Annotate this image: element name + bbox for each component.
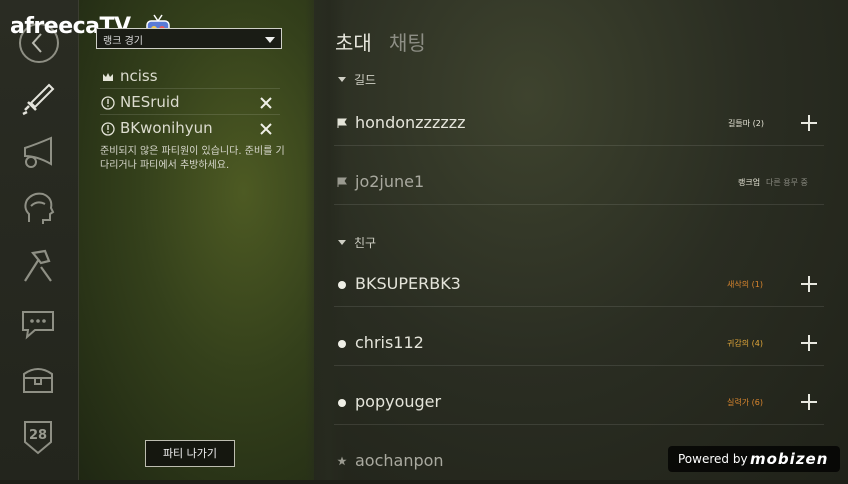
chevron-down-icon: [338, 77, 346, 82]
hammer-tools-icon[interactable]: [19, 247, 57, 285]
member-status-detail: 다른 용무 중: [766, 178, 808, 187]
horn-icon[interactable]: [19, 134, 57, 172]
party-member: BKwonihyun: [100, 117, 280, 141]
alert-icon: [101, 122, 115, 136]
member-status: 랭크업: [738, 178, 761, 187]
kick-member-icon[interactable]: [258, 121, 274, 137]
invite-plus-icon[interactable]: [801, 394, 817, 410]
guild-section-header[interactable]: 길드: [338, 71, 376, 88]
alert-icon: [101, 96, 115, 110]
list-item: popyouger 실력가 (6): [334, 381, 824, 425]
party-not-ready-notice: 준비되지 않은 파티원이 있습니다. 준비를 기다리거나 파티에서 추방하세요.: [100, 146, 285, 171]
head-profile-icon[interactable]: [19, 190, 57, 228]
friend-name: chris112: [355, 333, 424, 352]
guild-flag-icon: [337, 177, 347, 187]
guild-section-label: 길드: [354, 73, 377, 87]
friend-name: popyouger: [355, 392, 442, 411]
party-member-name: BKwonihyun: [120, 119, 213, 137]
online-status-icon: [338, 340, 346, 348]
invite-plus-icon[interactable]: [801, 276, 817, 292]
star-icon: [337, 456, 347, 466]
list-item: chris112 귀감의 (4): [334, 322, 824, 366]
chevron-down-icon: [338, 240, 346, 245]
recorder-watermark: Powered by mobizen: [668, 446, 840, 472]
left-nav-rail: 28: [0, 0, 79, 480]
watermark-prefix: Powered by: [678, 452, 748, 466]
friends-section-header[interactable]: 친구: [338, 234, 376, 251]
party-member: NESruid: [100, 91, 280, 115]
tab-chat[interactable]: 채팅: [389, 27, 426, 56]
match-mode-select[interactable]: 랭크 경기: [96, 28, 282, 49]
chest-icon[interactable]: [19, 360, 57, 398]
member-status: 귀감의 (4): [727, 339, 763, 348]
online-status-icon: [338, 281, 346, 289]
party-member-name: NESruid: [120, 93, 180, 111]
invite-plus-icon[interactable]: [801, 115, 817, 131]
list-item: hondonzzzzzz 길들마 (2): [334, 102, 824, 146]
party-member-name: nciss: [120, 67, 158, 85]
divider: [334, 365, 824, 366]
watermark-brand: mobizen: [750, 450, 829, 468]
divider: [334, 145, 824, 146]
member-status: 길들마 (2): [728, 119, 764, 128]
level-badge-value: 28: [28, 428, 48, 443]
divider: [334, 204, 824, 205]
chat-bubble-icon[interactable]: [19, 304, 57, 342]
member-status: 실력가 (6): [727, 398, 763, 407]
invite-plus-icon[interactable]: [801, 335, 817, 351]
list-item: BKSUPERBK3 새삭의 (1): [334, 263, 824, 307]
divider: [334, 306, 824, 307]
divider: [334, 424, 824, 425]
leave-party-button[interactable]: 파티 나가기: [145, 440, 235, 467]
friend-name: aochanpon: [355, 451, 444, 470]
sword-icon[interactable]: [19, 80, 57, 118]
kick-member-icon[interactable]: [258, 95, 274, 111]
tab-invite[interactable]: 초대: [335, 27, 372, 56]
party-member: nciss: [100, 65, 280, 89]
divider: [100, 88, 280, 89]
guild-member-name: hondonzzzzzz: [355, 113, 466, 132]
online-status-icon: [338, 399, 346, 407]
friends-section-label: 친구: [354, 236, 377, 250]
divider: [100, 114, 280, 115]
chevron-down-icon: [265, 37, 275, 43]
guild-flag-icon: [337, 118, 347, 128]
friend-name: BKSUPERBK3: [355, 274, 461, 293]
guild-member-name: jo2june1: [355, 172, 425, 191]
member-status: 새삭의 (1): [727, 280, 763, 289]
match-mode-value: 랭크 경기: [103, 36, 143, 47]
list-item: jo2june1 랭크업 다른 용무 중: [334, 161, 824, 205]
crown-icon: [103, 73, 113, 81]
